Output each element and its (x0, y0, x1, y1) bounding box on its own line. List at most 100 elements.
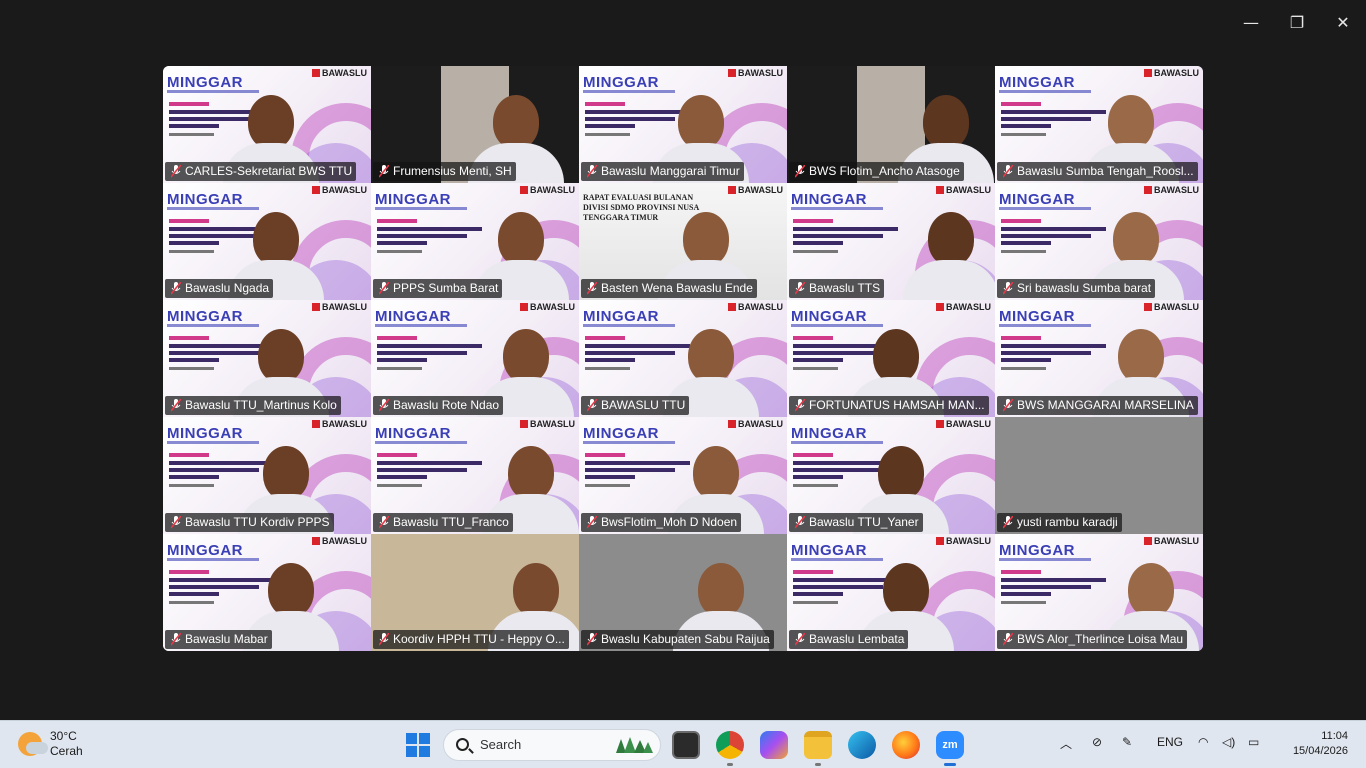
participant-name-label: BwsFlotim_Moh D Ndoen (581, 513, 742, 532)
participant-tile[interactable]: MINGGAR BAWASLU BAWASLU TTU (579, 300, 787, 417)
participant-name: Bawaslu TTU_Franco (393, 515, 509, 529)
participant-name-label: Koordiv HPPH TTU - Heppy O... (373, 630, 569, 649)
slide-logo: MINGGAR (583, 308, 659, 325)
clock[interactable]: 11:04 15/04/2026 (1293, 729, 1348, 759)
tray-chevron-icon[interactable]: ︿ (1060, 735, 1072, 752)
participant-name: Bawaslu Rote Ndao (393, 398, 500, 412)
participant-name-label: Bawaslu Manggarai Timur (581, 162, 744, 181)
firefox-icon[interactable] (892, 731, 920, 759)
participant-name: BWS Flotim_Ancho Atasoge (809, 164, 960, 178)
participant-tile[interactable]: MINGGAR BAWASLU Bawaslu Lembata (787, 534, 995, 651)
participant-name-label: Bawaslu TTU Kordiv PPPS (165, 513, 334, 532)
participant-tile[interactable]: MINGGAR BAWASLU PPPS Sumba Barat (371, 183, 579, 300)
participant-tile[interactable]: Frumensius Menti, SH (371, 66, 579, 183)
participant-name-label: PPPS Sumba Barat (373, 279, 503, 298)
participant-tile[interactable]: BAWASLU RAPAT EVALUASI BULANAN DIVISI SD… (579, 183, 787, 300)
slide-brand: BAWASLU (936, 185, 991, 195)
slide-brand: BAWASLU (728, 68, 783, 78)
muted-mic-icon (587, 282, 597, 295)
maximize-button[interactable]: ❐ (1280, 8, 1314, 36)
participant-tile[interactable]: MINGGAR BAWASLU Bawaslu Sumba Tengah_Roo… (995, 66, 1203, 183)
muted-mic-icon (795, 633, 805, 646)
language-indicator[interactable]: ENG (1157, 735, 1183, 749)
search-highlight-icon (616, 737, 653, 753)
search-box[interactable]: Search (443, 729, 661, 761)
muted-mic-icon (171, 516, 181, 529)
search-icon (456, 738, 469, 751)
participant-name: Bawaslu Lembata (809, 632, 905, 646)
participant-name-label: Bawaslu TTU_Yaner (789, 513, 923, 532)
participant-tile[interactable]: MINGGAR BAWASLU Bawaslu TTU_Franco (371, 417, 579, 534)
participant-tile[interactable]: MINGGAR BAWASLU Bawaslu Rote Ndao (371, 300, 579, 417)
participant-name: BWS Alor_Therlince Loisa Mau (1017, 632, 1184, 646)
participant-name-label: Bawaslu TTU_Martinus Kolo (165, 396, 341, 415)
muted-mic-icon (795, 282, 805, 295)
participant-name-label: yusti rambu karadji (997, 513, 1122, 532)
edge-icon[interactable] (848, 731, 876, 759)
participant-name: Frumensius Menti, SH (393, 164, 512, 178)
file-explorer-icon[interactable] (672, 731, 700, 759)
weather-icon (18, 732, 48, 756)
slide-logo: MINGGAR (791, 308, 867, 325)
volume-icon[interactable]: ◁) (1222, 735, 1235, 749)
slide-brand: BAWASLU (936, 302, 991, 312)
slide-brand: BAWASLU (520, 419, 575, 429)
participant-tile[interactable]: MINGGAR BAWASLU BWS Alor_Therlince Loisa… (995, 534, 1203, 651)
participant-tile[interactable]: Bwaslu Kabupaten Sabu Raijua (579, 534, 787, 651)
copilot-icon[interactable] (760, 731, 788, 759)
participant-tile[interactable]: MINGGAR BAWASLU Bawaslu TTS (787, 183, 995, 300)
muted-mic-icon (1003, 633, 1013, 646)
chrome-icon[interactable] (716, 731, 744, 759)
participant-tile[interactable]: MINGGAR BAWASLU FORTUNATUS HAMSAH MAN... (787, 300, 995, 417)
slide-brand: BAWASLU (1144, 68, 1199, 78)
slide-logo: MINGGAR (583, 74, 659, 91)
participant-name-label: Bawaslu Lembata (789, 630, 909, 649)
no-network-icon[interactable]: ⊘ (1092, 735, 1102, 749)
minimize-button[interactable]: — (1234, 8, 1268, 36)
clock-date: 15/04/2026 (1292, 745, 1348, 757)
slide-logo: MINGGAR (375, 308, 451, 325)
battery-icon[interactable]: ▭ (1248, 735, 1259, 749)
slide-logo: MINGGAR (999, 308, 1075, 325)
participant-tile[interactable]: MINGGAR BAWASLU CARLES-Sekretariat BWS T… (163, 66, 371, 183)
participant-tile[interactable]: MINGGAR BAWASLU BWS MANGGARAI MARSELINA (995, 300, 1203, 417)
start-button[interactable] (406, 733, 430, 757)
pen-icon[interactable]: ✎ (1122, 735, 1132, 749)
participant-name: Bawaslu TTU Kordiv PPPS (185, 515, 330, 529)
slide-logo: MINGGAR (375, 425, 451, 442)
wifi-icon[interactable]: ◠ (1198, 735, 1208, 749)
clock-time: 11:04 (1321, 730, 1348, 742)
slide-logo: MINGGAR (167, 425, 243, 442)
slide-brand: BAWASLU (936, 536, 991, 546)
participant-name: BWS MANGGARAI MARSELINA (1017, 398, 1194, 412)
participant-name: Basten Wena Bawaslu Ende (601, 281, 753, 295)
slide-brand: BAWASLU (1144, 185, 1199, 195)
participant-tile[interactable]: MINGGAR BAWASLU Bawaslu Ngada (163, 183, 371, 300)
slide-logo: MINGGAR (167, 308, 243, 325)
participant-name: Bawaslu Mabar (185, 632, 268, 646)
folder-icon[interactable] (804, 731, 832, 759)
participant-tile[interactable]: MINGGAR BAWASLU Bawaslu TTU_Yaner (787, 417, 995, 534)
participant-tile[interactable]: Koordiv HPPH TTU - Heppy O... (371, 534, 579, 651)
participant-tile[interactable]: MINGGAR BAWASLU Bawaslu Manggarai Timur (579, 66, 787, 183)
participant-tile[interactable]: yusti rambu karadji (995, 417, 1203, 534)
slide-brand: BAWASLU (728, 419, 783, 429)
participant-tile[interactable]: BWS Flotim_Ancho Atasoge (787, 66, 995, 183)
participant-name-label: BAWASLU TTU (581, 396, 690, 415)
participant-tile[interactable]: MINGGAR BAWASLU Bawaslu Mabar (163, 534, 371, 651)
participant-tile[interactable]: MINGGAR BAWASLU Bawaslu TTU_Martinus Kol… (163, 300, 371, 417)
participant-name: Bawaslu Manggarai Timur (601, 164, 740, 178)
weather-widget[interactable]: 30°C Cerah (18, 729, 83, 759)
zoom-icon[interactable]: zm (936, 731, 964, 759)
participant-name: Bawaslu Ngada (185, 281, 270, 295)
close-button[interactable]: ✕ (1326, 8, 1360, 36)
participant-tile[interactable]: MINGGAR BAWASLU BwsFlotim_Moh D Ndoen (579, 417, 787, 534)
participant-tile[interactable]: MINGGAR BAWASLU Sri bawaslu Sumba barat (995, 183, 1203, 300)
muted-mic-icon (171, 282, 181, 295)
participant-name: FORTUNATUS HAMSAH MAN... (809, 398, 985, 412)
muted-mic-icon (1003, 165, 1013, 178)
muted-mic-icon (1003, 282, 1013, 295)
slide-brand: BAWASLU (936, 419, 991, 429)
slide-brand: BAWASLU (1144, 302, 1199, 312)
participant-tile[interactable]: MINGGAR BAWASLU Bawaslu TTU Kordiv PPPS (163, 417, 371, 534)
